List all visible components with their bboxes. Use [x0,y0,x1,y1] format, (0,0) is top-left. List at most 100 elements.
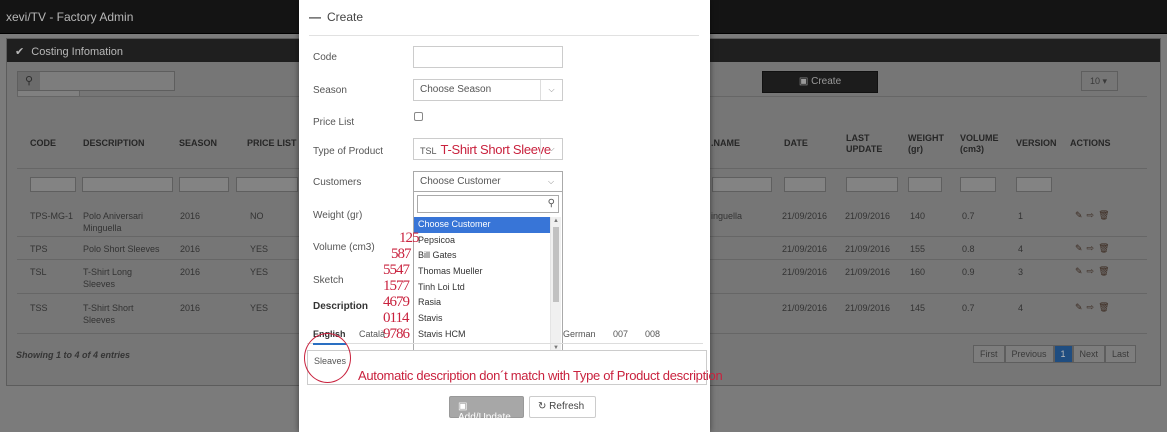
scroll-up-icon[interactable]: ▲ [553,218,559,224]
delete-icon[interactable]: 🗑 [1098,302,1113,312]
cell-description: Polo Aniversari Minguella [83,211,144,233]
create-label: Create [811,76,842,87]
pager-current[interactable]: 1 [1053,345,1073,363]
page-length-value: 10 [1090,76,1101,86]
filter-volume-input[interactable] [960,177,996,192]
row-actions: ✎⇨🗑 [1075,243,1114,254]
app-title: xevi/TV - Factory Admin [6,10,134,24]
pager-next[interactable]: Next [1072,345,1106,363]
filter-date-input[interactable] [784,177,826,192]
volume-label: Volume (cm3) [313,242,375,253]
customer-code-note: 4679 [383,294,410,310]
add-update-label: Add/Update [458,412,511,423]
delete-icon[interactable]: 🗑 [1098,210,1113,220]
filter-description-input[interactable] [82,177,173,192]
pager-first[interactable]: First [973,345,1005,363]
filter-last-update-input[interactable] [846,177,898,192]
customer-option[interactable]: Pepsicoa [414,233,550,249]
col-header-name[interactable]: .NAME [711,138,740,149]
season-select[interactable]: Choose Season ⌵ [413,79,563,101]
cell-price-list: YES [250,303,269,313]
customer-code-note: 1577 [383,278,410,294]
col-header-price-list[interactable]: PRICE LIST [247,138,297,149]
create-button[interactable]: ▣ Create [762,71,878,93]
col-header-description[interactable]: DESCRIPTION [83,138,145,149]
col-header-weight[interactable]: WEIGHT (gr) [908,133,944,155]
cell-season: 2016 [180,244,201,254]
customer-search-input[interactable]: ⚲ [417,195,559,213]
col-header-last-update[interactable]: LAST UPDATE [846,133,892,155]
customer-option[interactable]: Thomas Mueller [414,264,550,280]
customer-option[interactable]: Bill Gates [414,248,550,264]
cell-volume: 0.8 [962,244,975,254]
col-header-version[interactable]: VERSION [1016,138,1057,149]
cell-season: 2016 [180,267,201,277]
annotation-circle [304,333,351,383]
product-code: TSL [420,146,437,156]
col-header-date[interactable]: DATE [784,138,808,149]
copy-icon[interactable]: ⇨ [1087,243,1099,253]
refresh-button[interactable]: ↻ Refresh [529,396,596,418]
search-icon: ⚲ [547,198,555,209]
cell-code: TSL [30,267,47,277]
cell-volume: 0.7 [962,303,975,313]
filter-season-input[interactable] [179,177,229,192]
page-length-select[interactable]: 10 ▾ [1081,71,1118,91]
description-textarea[interactable]: Sleaves Automatic description don´t matc… [307,350,723,385]
tab-007[interactable]: 007 [613,329,628,339]
filter-price-list-input[interactable] [236,177,298,192]
pager-last[interactable]: Last [1105,345,1137,363]
copy-icon[interactable]: ⇨ [1087,210,1099,220]
price-list-checkbox[interactable] [414,112,423,121]
cell-weight: 155 [910,244,926,254]
add-update-button[interactable]: ▣ Add/Update [449,396,524,423]
customer-option[interactable]: Choose Customer [414,217,550,233]
customer-option[interactable]: Tinh Loi Ltd [414,280,550,296]
customer-code-note: 125 [399,230,419,246]
cell-price-list: YES [250,244,269,254]
cell-price-list: NO [250,211,264,221]
tab-catala[interactable]: Català [359,329,385,339]
col-header-season[interactable]: SEASON [179,138,217,149]
cell-version: 4 [1018,303,1024,313]
cell-description: Polo Short Sleeves [83,244,160,254]
description-title: Description [313,301,369,312]
collapse-icon[interactable]: — [309,10,321,24]
col-header-volume[interactable]: VOLUME (cm3) [960,133,1000,155]
customers-select[interactable]: Choose Customer ⌵ [413,171,563,193]
type-of-product-select[interactable]: TSL T-Shirt Short Sleeve ⌵ [413,138,563,160]
filter-version-input[interactable] [1016,177,1052,192]
cell-weight: 145 [910,303,926,313]
annotation-note: Automatic description don´t match with T… [358,368,723,383]
cell-version: 4 [1018,244,1024,254]
refresh-label: Refresh [549,401,585,412]
filter-code-input[interactable] [30,177,76,192]
product-name: T-Shirt Short Sleeve [440,142,552,157]
col-header-code[interactable]: CODE [30,138,56,149]
filter-weight-input[interactable] [908,177,942,192]
cell-code: TPS-MG-1 [30,211,74,221]
delete-icon[interactable]: 🗑 [1098,243,1113,253]
cell-description: T-Shirt Short Sleeves [83,303,134,325]
cell-last-update: 21/09/2016 [845,267,891,277]
tab-008[interactable]: 008 [645,329,660,339]
code-input[interactable] [413,46,563,68]
filter-name-input[interactable] [712,177,772,192]
pager-previous[interactable]: Previous [1004,345,1054,363]
copy-icon[interactable]: ⇨ [1087,302,1099,312]
customers-value: Choose Customer [420,176,501,187]
delete-icon[interactable]: 🗑 [1098,266,1113,276]
cell-date: 21/09/2016 [782,303,828,313]
edit-icon[interactable]: ✎ [1075,210,1087,220]
edit-icon[interactable]: ✎ [1075,266,1087,276]
customer-option[interactable]: Rasia [414,295,550,311]
row-actions: ✎⇨🗑 [1075,210,1114,221]
edit-icon[interactable]: ✎ [1075,302,1087,312]
copy-icon[interactable]: ⇨ [1087,266,1099,276]
tab-german[interactable]: German [563,329,596,339]
customer-code-note: 587 [391,246,411,262]
table-search-input[interactable]: ⚲ [17,71,175,91]
edit-icon[interactable]: ✎ [1075,243,1087,253]
search-icon: ⚲ [18,72,40,90]
scroll-thumb[interactable] [553,227,559,302]
